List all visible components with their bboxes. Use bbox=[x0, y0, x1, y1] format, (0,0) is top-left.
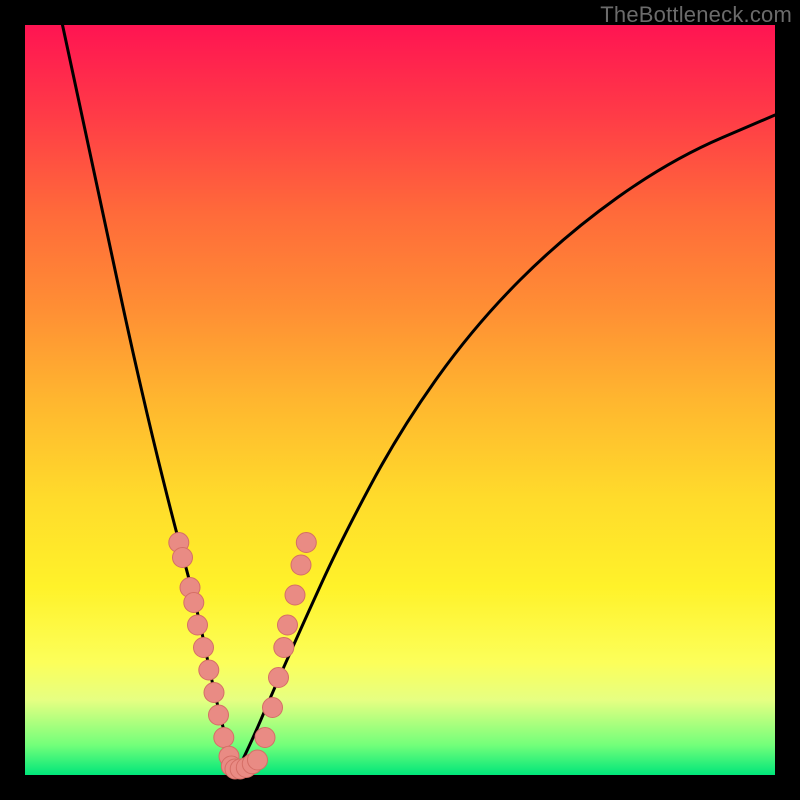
data-point bbox=[194, 638, 214, 658]
data-point bbox=[214, 728, 234, 748]
data-point bbox=[248, 750, 268, 770]
data-point bbox=[188, 615, 208, 635]
chart-svg bbox=[25, 25, 775, 775]
watermark-text: TheBottleneck.com bbox=[600, 2, 792, 28]
data-point bbox=[184, 593, 204, 613]
data-point bbox=[269, 668, 289, 688]
dots-group bbox=[169, 533, 316, 780]
data-point bbox=[274, 638, 294, 658]
data-point bbox=[285, 585, 305, 605]
data-point bbox=[199, 660, 219, 680]
data-point bbox=[255, 728, 275, 748]
curve-group bbox=[63, 25, 776, 775]
curve-right-branch bbox=[235, 115, 775, 775]
data-point bbox=[291, 555, 311, 575]
data-point bbox=[296, 533, 316, 553]
data-point bbox=[173, 548, 193, 568]
outer-frame: TheBottleneck.com bbox=[0, 0, 800, 800]
data-point bbox=[204, 683, 224, 703]
data-point bbox=[278, 615, 298, 635]
plot-area bbox=[25, 25, 775, 775]
data-point bbox=[209, 705, 229, 725]
data-point bbox=[263, 698, 283, 718]
